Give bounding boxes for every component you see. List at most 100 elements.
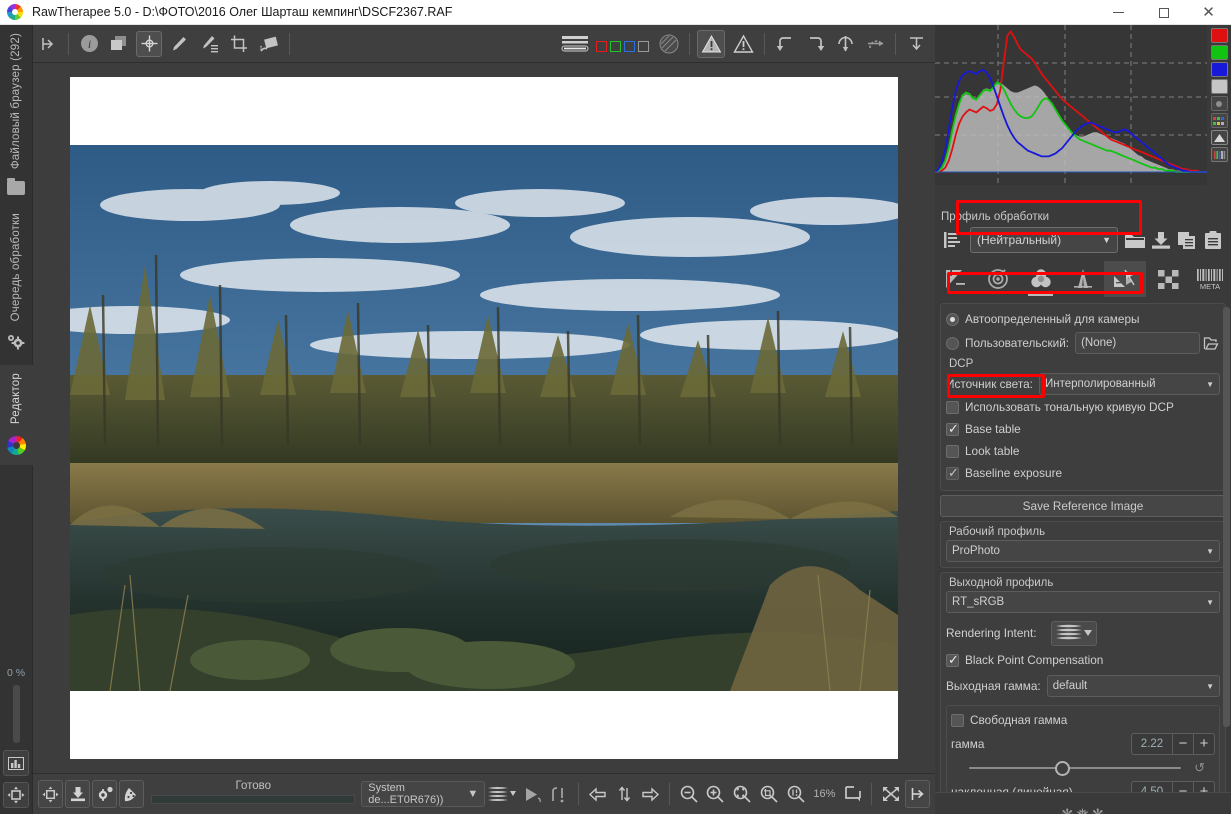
shadow-clipping-warning-icon[interactable] xyxy=(697,29,725,58)
camera-auto-radio[interactable] xyxy=(946,312,959,326)
white-balance-picker-icon[interactable] xyxy=(166,31,192,57)
zoom-fit-icon[interactable] xyxy=(730,780,755,808)
gamma-plus-button[interactable]: + xyxy=(1193,734,1214,754)
clip-blue-icon[interactable] xyxy=(624,41,635,52)
custom-profile-value-box[interactable]: (None) xyxy=(1075,332,1200,354)
info-icon[interactable]: i xyxy=(76,31,102,57)
tab-advanced[interactable] xyxy=(1062,261,1104,297)
use-tone-curve-checkbox[interactable] xyxy=(946,400,959,414)
look-table-checkbox[interactable] xyxy=(946,444,959,458)
copy-profile-icon[interactable] xyxy=(1175,228,1199,252)
custom-profile-row[interactable]: Пользовательский: (None) xyxy=(946,330,1220,356)
tab-metadata[interactable]: META xyxy=(1189,261,1231,297)
baseline-exposure-row[interactable]: Baseline exposure xyxy=(946,462,1220,484)
rotate-right-icon[interactable] xyxy=(802,31,828,57)
left-panel-scrollbar[interactable] xyxy=(12,685,20,743)
gamma-slider[interactable]: ↺ xyxy=(969,759,1205,777)
tab-exposure[interactable] xyxy=(935,261,977,297)
maximize-button[interactable] xyxy=(1141,0,1186,25)
free-gamma-checkbox[interactable] xyxy=(951,713,964,727)
gamma-slider-knob[interactable] xyxy=(1055,761,1071,776)
gamma-minus-button[interactable]: − xyxy=(1172,734,1193,754)
preview-photo[interactable] xyxy=(70,145,898,691)
multi-picker-icon[interactable] xyxy=(196,31,222,57)
gamma-spinner[interactable]: 2.22 − + xyxy=(1131,733,1215,755)
indicate-clipping-icon[interactable] xyxy=(558,31,594,57)
open-file-icon[interactable] xyxy=(1200,336,1220,351)
zoom-out-icon[interactable] xyxy=(676,780,701,808)
show-hide-left-panel-icon[interactable] xyxy=(35,31,61,57)
image-canvas[interactable] xyxy=(33,63,935,773)
slope-spinner[interactable]: 4.50 − + xyxy=(1131,781,1215,792)
histogram-plot[interactable] xyxy=(934,25,1207,185)
base-table-checkbox[interactable] xyxy=(946,421,959,436)
histogram-bar-toggle[interactable] xyxy=(1210,147,1228,162)
rendering-intent-icon[interactable] xyxy=(1050,620,1097,646)
clip-gray-icon[interactable] xyxy=(638,41,649,52)
profile-list-icon[interactable] xyxy=(941,228,965,252)
camera-auto-row[interactable]: Автоопределенный для камеры xyxy=(946,308,1220,330)
zoom-in-icon[interactable] xyxy=(703,780,728,808)
save-icon[interactable] xyxy=(65,780,91,808)
flip-vertical-icon[interactable] xyxy=(832,31,858,57)
rotate-left-icon[interactable] xyxy=(772,31,798,57)
send-to-editor-icon[interactable] xyxy=(119,780,145,808)
histogram-panel[interactable] xyxy=(934,25,1231,185)
black-point-checkbox[interactable] xyxy=(946,652,959,667)
tab-color[interactable] xyxy=(1020,261,1062,297)
highlight-clipping-warning-icon[interactable] xyxy=(729,30,757,58)
processing-profile-combo[interactable]: (Нейтральный) ▼ xyxy=(970,227,1118,253)
baseline-exposure-checkbox[interactable] xyxy=(946,465,959,480)
close-button[interactable]: ✕ xyxy=(1186,0,1231,25)
reset-icon[interactable]: ↺ xyxy=(1194,760,1205,776)
zoom-to-fit-icon[interactable] xyxy=(840,780,865,808)
histogram-panel-icon[interactable] xyxy=(3,750,29,776)
free-gamma-row[interactable]: Свободная гамма xyxy=(951,709,1215,731)
crop-icon[interactable] xyxy=(226,31,252,57)
minimize-button[interactable] xyxy=(1096,0,1141,25)
clip-green-icon[interactable] xyxy=(610,41,621,52)
tab-transform[interactable] xyxy=(1104,261,1147,297)
tab-detail[interactable] xyxy=(977,261,1019,297)
before-after-icon[interactable] xyxy=(106,31,132,57)
sidebar-item-file-browser[interactable]: Файловый браузер (292) xyxy=(0,25,33,205)
zoom-crop-icon[interactable] xyxy=(757,780,782,808)
preview-sharpen-mask-icon[interactable] xyxy=(656,31,682,57)
custom-profile-radio[interactable] xyxy=(946,336,959,350)
paste-profile-icon[interactable] xyxy=(1201,228,1225,252)
black-point-row[interactable]: Black Point Compensation xyxy=(946,649,1220,671)
zoom-100-icon[interactable] xyxy=(784,780,809,808)
sidebar-item-queue[interactable]: Очередь обработки xyxy=(0,205,33,364)
histogram-green-toggle[interactable] xyxy=(1210,45,1228,60)
previous-image-icon[interactable] xyxy=(585,780,610,808)
tab-raw[interactable] xyxy=(1146,261,1188,297)
histogram-raw-toggle[interactable] xyxy=(1210,113,1228,128)
fullscreen-icon[interactable] xyxy=(878,780,903,808)
soft-proofing-icon[interactable] xyxy=(547,780,572,808)
flip-horizontal-icon[interactable] xyxy=(862,31,888,57)
illuminant-combo[interactable]: Интерполированный ▼ xyxy=(1038,373,1220,395)
load-profile-icon[interactable] xyxy=(1123,228,1147,252)
save-reference-image-button[interactable]: Save Reference Image xyxy=(940,495,1226,517)
use-tone-curve-row[interactable]: Использовать тональную кривую DCP xyxy=(946,396,1220,418)
crosshair-picker-icon[interactable] xyxy=(136,30,162,57)
output-profile-combo[interactable]: RT_sRGB ▼ xyxy=(946,591,1220,613)
show-hide-right-panel-icon[interactable] xyxy=(903,31,929,57)
base-table-row[interactable]: Base table xyxy=(946,418,1220,440)
next-image-icon[interactable] xyxy=(638,780,663,808)
working-profile-combo[interactable]: ProPhoto ▼ xyxy=(946,540,1220,562)
straighten-icon[interactable]: t xyxy=(256,31,282,57)
histogram-blue-toggle[interactable] xyxy=(1210,62,1228,77)
navigator-icon-bottom[interactable] xyxy=(38,780,64,808)
monitor-profile-combo[interactable]: System de...ET0R676)) ▼ xyxy=(361,781,486,807)
hide-all-panels-icon[interactable] xyxy=(905,780,931,808)
clip-red-icon[interactable] xyxy=(596,41,607,52)
navigator-icon[interactable] xyxy=(3,782,29,808)
slope-plus-button[interactable]: + xyxy=(1193,782,1214,792)
sync-thumbnail-icon[interactable] xyxy=(612,780,637,808)
save-profile-icon[interactable] xyxy=(1149,228,1173,252)
look-table-row[interactable]: Look table xyxy=(946,440,1220,462)
rendering-intent-bottom-icon[interactable] xyxy=(486,780,518,808)
add-to-queue-icon[interactable] xyxy=(92,780,118,808)
gamut-warning-icon[interactable] xyxy=(520,780,545,808)
